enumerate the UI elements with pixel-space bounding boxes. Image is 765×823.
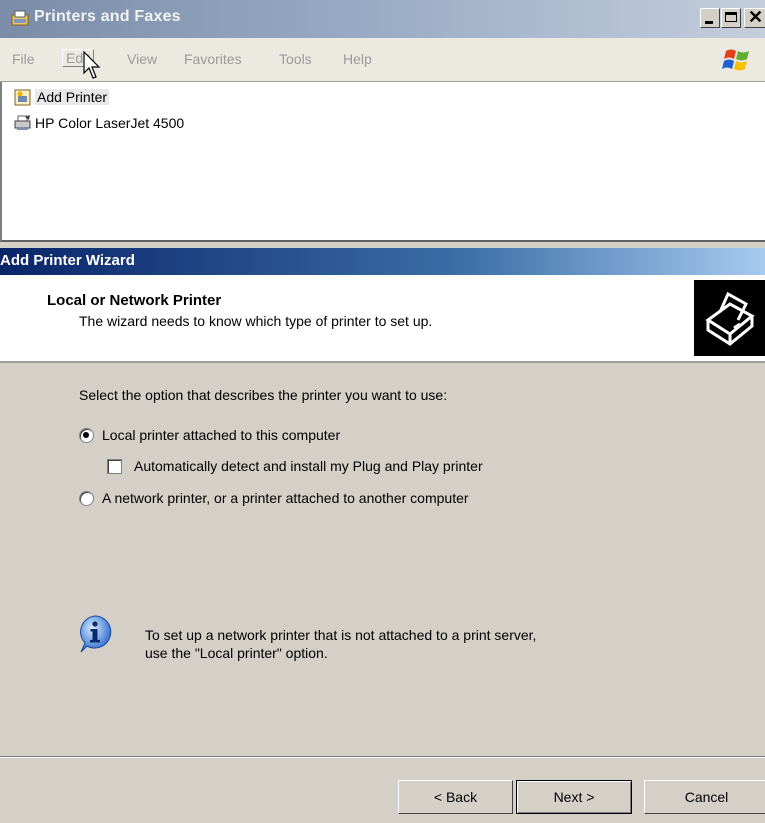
header-title: Local or Network Printer (47, 292, 222, 309)
option-local-printer[interactable]: Local printer attached to this computer (79, 427, 340, 443)
wizard-title: Add Printer Wizard (0, 252, 135, 269)
instruction-text: Select the option that describes the pri… (79, 387, 448, 403)
list-item-hp-printer[interactable]: HP Color LaserJet 4500 (14, 113, 184, 133)
menu-tools[interactable]: Tools (279, 51, 312, 67)
close-icon: ✕ (748, 7, 764, 27)
info-icon (80, 615, 112, 653)
menu-help[interactable]: Help (343, 51, 372, 67)
list-item-label: HP Color LaserJet 4500 (35, 115, 185, 131)
menu-bar: File Edit View Favorites Tools Help (0, 38, 765, 82)
menu-file[interactable]: File (12, 51, 35, 67)
list-item-add-printer[interactable]: Add Printer (14, 87, 110, 107)
maximize-icon (725, 12, 737, 22)
option-label: Automatically detect and install my Plug… (134, 458, 483, 474)
wizard-header: Local or Network Printer The wizard need… (0, 275, 765, 363)
list-item-label: Add Printer (35, 89, 110, 105)
info-line-2: use the "Local printer" option. (145, 645, 328, 661)
cancel-button[interactable]: Cancel (644, 780, 765, 814)
window-title: Printers and Faxes (34, 8, 181, 25)
option-label: A network printer, or a printer attached… (102, 490, 469, 506)
menu-view[interactable]: View (127, 51, 157, 67)
menu-favorites[interactable]: Favorites (184, 51, 242, 67)
button-separator (0, 756, 765, 758)
option-label: Local printer attached to this computer (102, 427, 341, 443)
printer-wizard-icon (694, 280, 765, 356)
info-line-1: To set up a network printer that is not … (145, 627, 537, 643)
maximize-button[interactable] (721, 8, 741, 28)
next-button[interactable]: Next > (516, 780, 632, 814)
printers-folder-icon (11, 10, 29, 26)
header-subtitle: The wizard needs to know which type of p… (79, 313, 433, 329)
close-button[interactable]: ✕ (744, 7, 765, 28)
windows-logo-icon (722, 49, 749, 71)
window-title-bar[interactable]: Printers and Faxes ✕ (0, 0, 765, 38)
info-text: To set up a network printer that is not … (145, 626, 536, 662)
radio-local-printer[interactable] (79, 427, 94, 443)
mouse-cursor-icon (83, 51, 101, 79)
printer-list: Add Printer HP Color LaserJet 4500 (0, 82, 765, 242)
checkbox-autodetect[interactable] (107, 458, 122, 474)
printer-icon (14, 114, 31, 130)
back-button[interactable]: < Back (398, 780, 513, 814)
wizard-title-bar[interactable]: Add Printer Wizard (0, 248, 765, 275)
option-autodetect[interactable]: Automatically detect and install my Plug… (107, 458, 483, 474)
minimize-icon (705, 21, 713, 24)
radio-network-printer[interactable] (79, 490, 94, 506)
minimize-button[interactable] (700, 8, 720, 28)
option-network-printer[interactable]: A network printer, or a printer attached… (79, 490, 469, 506)
add-printer-icon (14, 89, 31, 105)
